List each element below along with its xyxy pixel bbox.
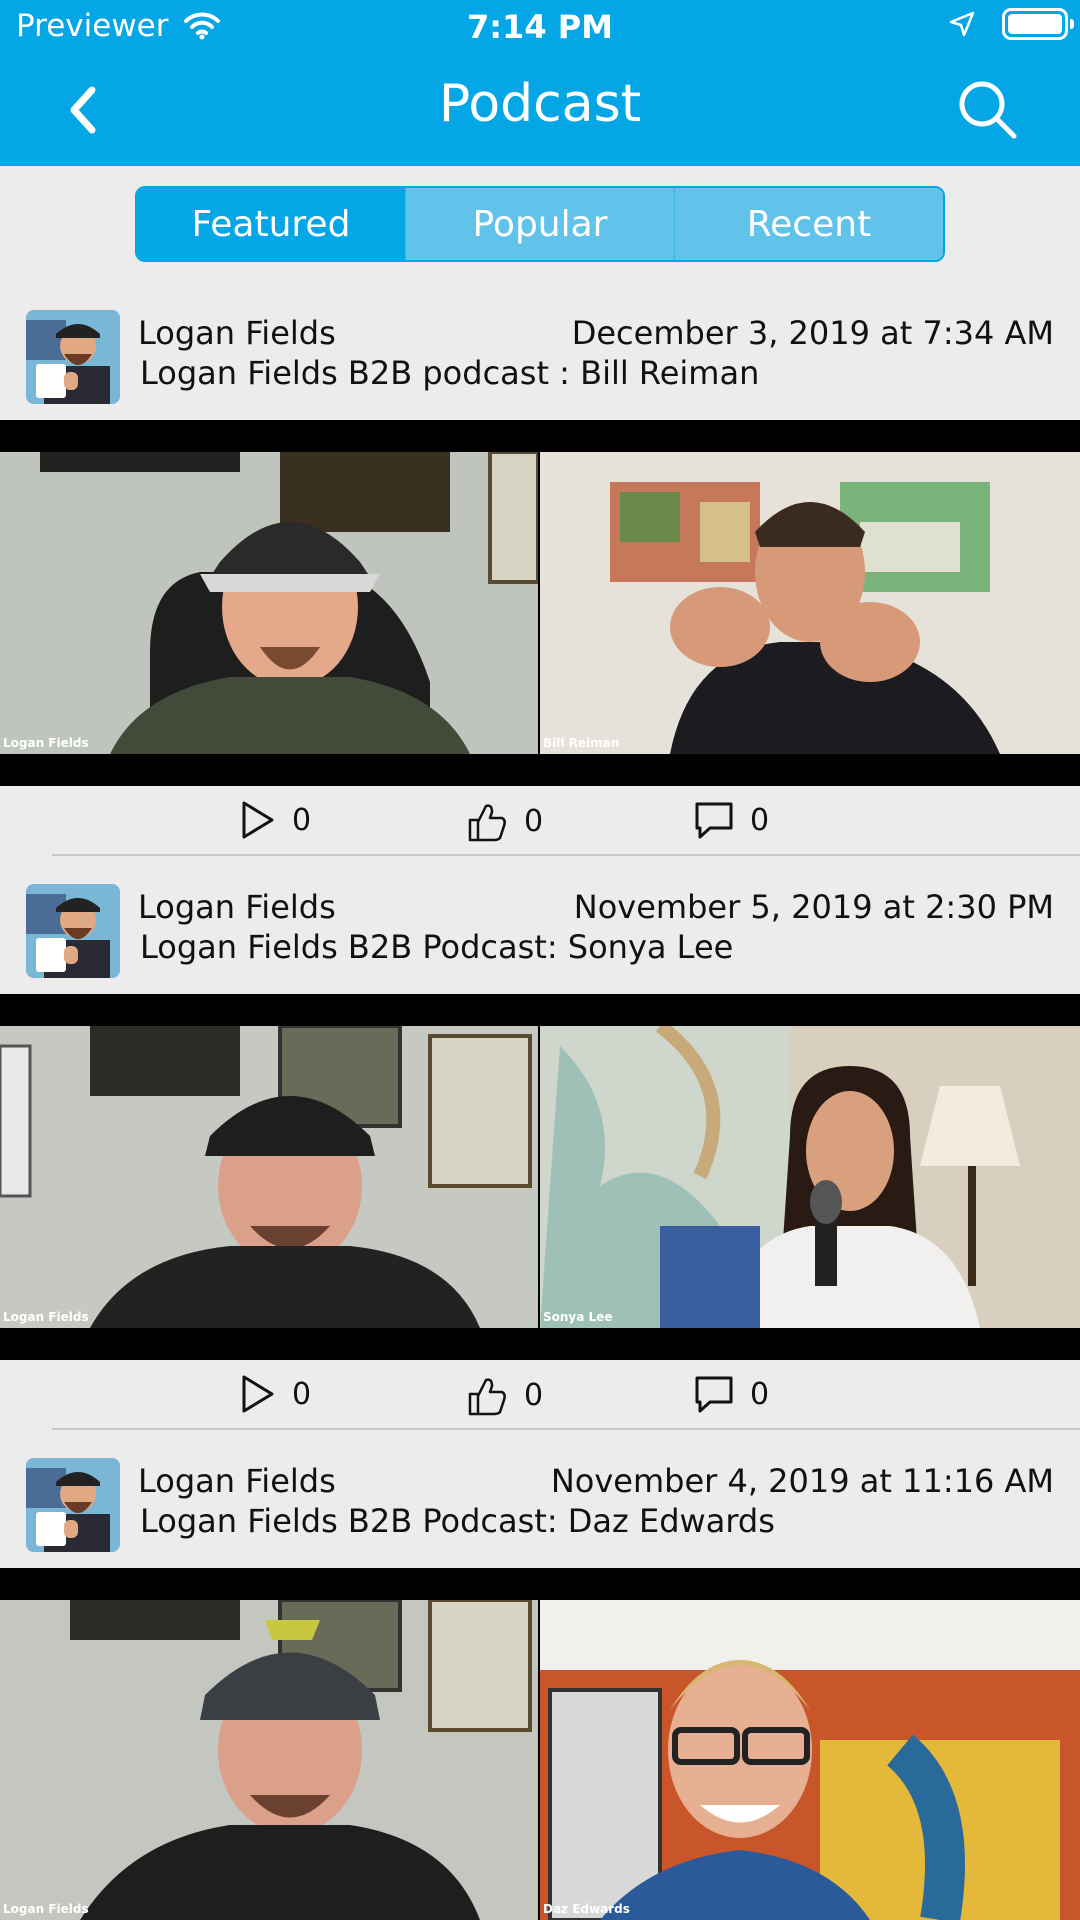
video-name-tag: Bill Reiman [543,736,620,750]
clock: 7:14 PM [466,8,614,46]
comment-count[interactable]: 0 [694,1374,769,1414]
thumbs-up-icon [468,1378,506,1416]
post-stats: 0 0 0 [0,1360,1080,1428]
play-count[interactable]: 0 [240,800,311,840]
like-count-value: 0 [524,803,544,839]
play-count[interactable]: 0 [240,1374,311,1414]
segmented-tabs: Featured Popular Recent [135,186,945,262]
post-card[interactable]: Logan Fields November 4, 2019 at 11:16 A… [0,1450,1080,1920]
comment-icon [695,802,733,839]
status-bar: Previewer 7:14 PM [0,0,1080,54]
avatar[interactable] [26,310,120,404]
video-frame-left: Logan Fields [0,452,538,754]
like-count[interactable]: 0 [466,1374,543,1416]
video-name-tag: Logan Fields [3,736,89,750]
post-stats: 0 0 0 [0,786,1080,854]
video-frame-right: Daz Edwards [540,1600,1080,1920]
post-title[interactable]: Logan Fields B2B Podcast: Daz Edwards [140,1502,775,1540]
thumbs-up-icon [468,804,506,842]
avatar[interactable] [26,884,120,978]
video-frame-right: Bill Reiman [540,452,1080,754]
comment-count-value: 0 [750,1376,770,1412]
video-name-tag: Logan Fields [3,1902,89,1916]
post-card[interactable]: Logan Fields November 5, 2019 at 2:30 PM… [0,876,1080,1430]
post-author[interactable]: Logan Fields [138,1462,336,1500]
tab-popular[interactable]: Popular [405,188,674,260]
video-thumbnail[interactable]: Logan Fields Sonya Lee [0,994,1080,1360]
post-header: Logan Fields December 3, 2019 at 7:34 AM… [0,302,1080,412]
video-frame-left: Logan Fields [0,1600,538,1920]
comment-count[interactable]: 0 [694,800,769,840]
post-date: November 4, 2019 at 11:16 AM [550,1462,1054,1500]
post-date: December 3, 2019 at 7:34 AM [571,314,1054,352]
video-frame-left: Logan Fields [0,1026,538,1328]
divider [52,1428,1080,1430]
play-count-value: 0 [292,1376,312,1412]
video-thumbnail[interactable]: Logan Fields Bill Reiman [0,420,1080,786]
tab-recent[interactable]: Recent [674,188,943,260]
page-title: Podcast [438,74,642,134]
post-title[interactable]: Logan Fields B2B podcast : Bill Reiman [140,354,759,392]
video-name-tag: Logan Fields [3,1310,89,1324]
like-count-value: 0 [524,1377,544,1413]
location-arrow-icon [949,11,975,37]
comment-count-value: 0 [750,802,770,838]
video-frame-right: Sonya Lee [540,1026,1080,1328]
avatar[interactable] [26,1458,120,1552]
post-date: November 5, 2019 at 2:30 PM [573,888,1054,926]
play-icon [242,1375,274,1413]
play-icon [242,801,274,839]
post-author[interactable]: Logan Fields [138,888,336,926]
post-card[interactable]: Logan Fields December 3, 2019 at 7:34 AM… [0,302,1080,856]
search-icon[interactable] [956,78,1020,142]
tab-featured[interactable]: Featured [137,188,405,260]
post-author[interactable]: Logan Fields [138,314,336,352]
post-header: Logan Fields November 4, 2019 at 11:16 A… [0,1450,1080,1560]
play-count-value: 0 [292,802,312,838]
comment-icon [695,1376,733,1413]
post-title[interactable]: Logan Fields B2B Podcast: Sonya Lee [140,928,733,966]
video-thumbnail[interactable]: Logan Fields Daz Edwards [0,1568,1080,1920]
video-name-tag: Daz Edwards [543,1902,630,1916]
video-name-tag: Sonya Lee [543,1310,613,1324]
divider [52,854,1080,856]
post-header: Logan Fields November 5, 2019 at 2:30 PM… [0,876,1080,986]
like-count[interactable]: 0 [466,800,543,842]
battery-icon [1002,8,1074,40]
nav-bar: Podcast [0,54,1080,166]
